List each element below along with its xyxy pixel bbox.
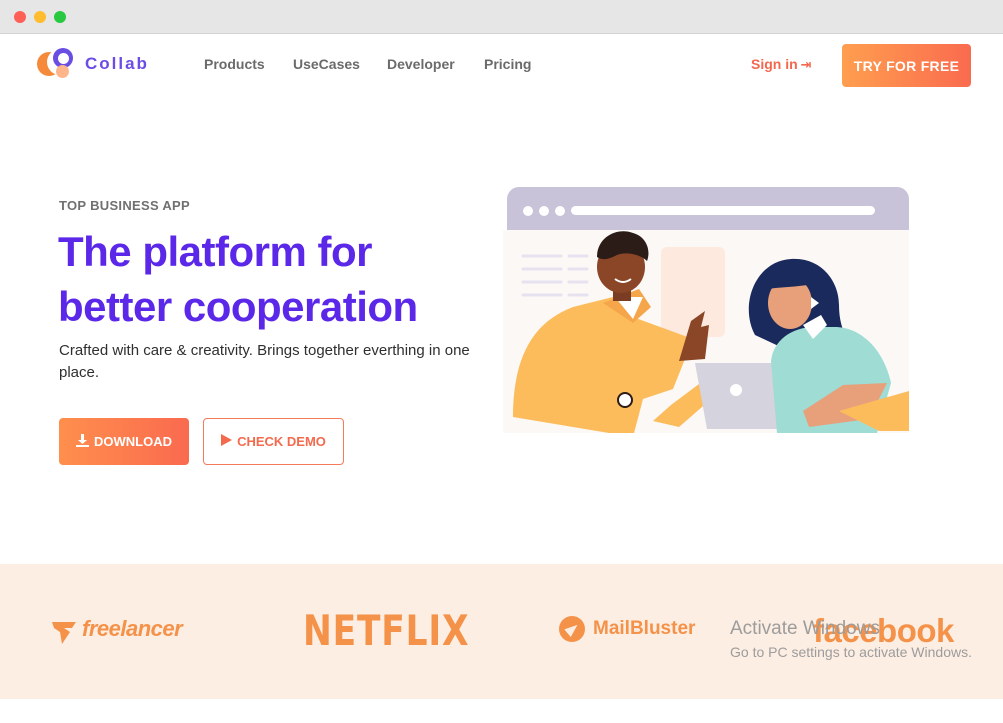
- site-logo[interactable]: Collab: [37, 48, 157, 80]
- minimize-window-button[interactable]: [34, 11, 46, 23]
- play-icon: [221, 434, 233, 449]
- nav-item-products[interactable]: Products: [204, 56, 265, 72]
- hero-title-line-2: better cooperation: [58, 283, 418, 330]
- hero-title-line-1: The platform for: [58, 228, 373, 275]
- freelancer-bird-icon: [52, 622, 76, 644]
- mailbluster-logo: MailBluster: [559, 616, 695, 642]
- page-bottom: [0, 699, 1003, 723]
- close-window-button[interactable]: [14, 11, 26, 23]
- check-demo-button[interactable]: CHECK DEMO: [203, 418, 344, 465]
- sign-in-link[interactable]: Sign in ⇥: [751, 56, 812, 73]
- freelancer-logo: freelancer: [52, 616, 183, 644]
- sign-in-label: Sign in: [751, 56, 798, 72]
- mailbluster-icon: [559, 616, 585, 642]
- windows-activation-watermark: Activate Windows Go to PC settings to ac…: [730, 618, 972, 664]
- hero-illustration: [503, 185, 909, 437]
- hero-title: The platform for better cooperation: [58, 224, 498, 334]
- download-button[interactable]: DOWNLOAD: [59, 418, 189, 465]
- try-for-free-button[interactable]: TRY FOR FREE: [842, 44, 971, 87]
- browser-titlebar: [0, 0, 1003, 34]
- maximize-window-button[interactable]: [54, 11, 66, 23]
- nav-item-developer[interactable]: Developer: [387, 56, 455, 72]
- netflix-logo: NETFLIX: [303, 606, 470, 655]
- hero-subtitle: Crafted with care & creativity. Brings t…: [59, 342, 470, 381]
- logo-text: Collab: [85, 54, 149, 73]
- watermark-subtitle: Go to PC settings to activate Windows.: [730, 644, 972, 660]
- nav-item-usecases[interactable]: UseCases: [293, 56, 360, 72]
- hero-eyebrow: TOP BUSINESS APP: [59, 198, 190, 213]
- nav-item-pricing[interactable]: Pricing: [484, 56, 531, 72]
- watermark-title: Activate Windows: [730, 618, 880, 639]
- check-demo-label: CHECK DEMO: [237, 434, 326, 449]
- download-icon: [76, 433, 89, 450]
- download-label: DOWNLOAD: [94, 434, 172, 449]
- sign-in-icon: ⇥: [800, 57, 812, 72]
